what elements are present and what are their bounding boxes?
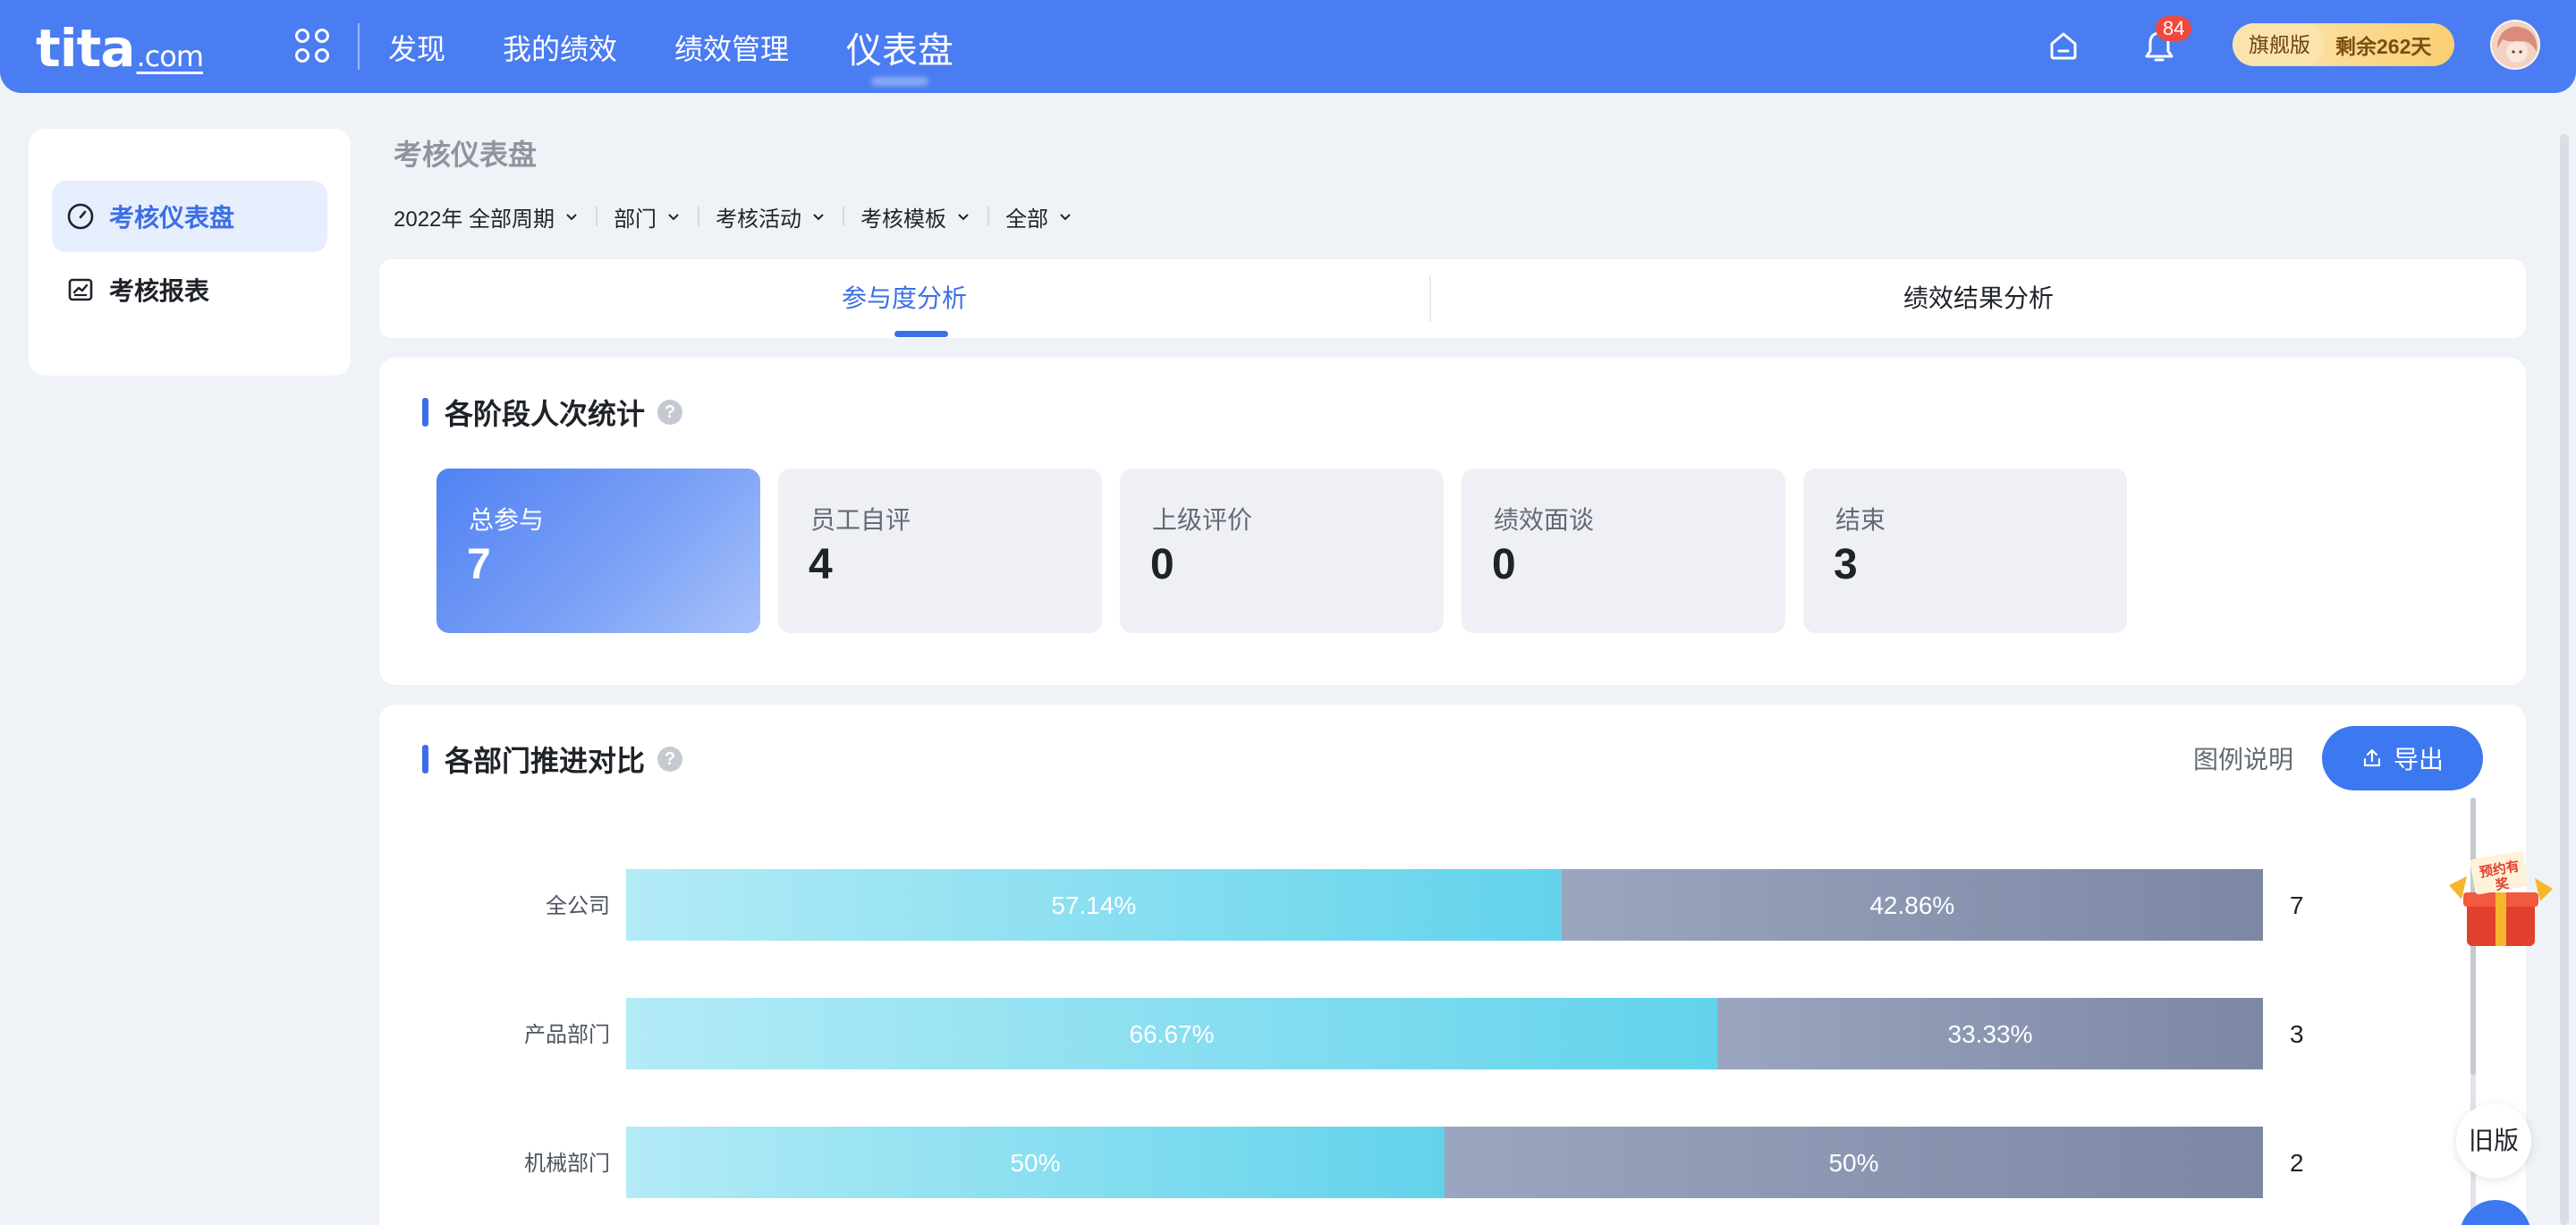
chart-report-icon <box>68 278 93 301</box>
filter-period[interactable]: 2022年 全部周期 <box>394 201 580 232</box>
nav-discover[interactable]: 发现 <box>388 27 445 68</box>
sidebar: 考核仪表盘 考核报表 <box>29 129 351 376</box>
stat-label: 员工自评 <box>810 506 911 534</box>
promo-gift-icon[interactable]: 预约有奖 <box>2440 849 2562 951</box>
stat-label: 绩效面谈 <box>1494 506 1595 534</box>
stat-self-review[interactable]: 员工自评 4 <box>778 469 1102 633</box>
chevron-down-icon <box>813 214 824 221</box>
section-title: 各阶段人次统计 ? <box>422 392 683 433</box>
stat-value: 4 <box>809 541 833 588</box>
filter-label: 考核活动 <box>716 207 802 232</box>
nav-performance-management[interactable]: 绩效管理 <box>674 27 789 68</box>
chevron-down-icon <box>566 214 577 221</box>
filter-label: 考核模板 <box>860 207 947 232</box>
logo-suffix: .com <box>136 39 204 73</box>
active-tab-indicator <box>894 331 948 337</box>
filter-label: 全部 <box>1005 207 1049 232</box>
bar-data-label: 42.86% <box>1869 891 1954 919</box>
sidebar-item-assessment-report[interactable]: 考核报表 <box>52 254 327 325</box>
plan-remaining: 剩余262天 <box>2335 35 2432 58</box>
stat-value: 0 <box>1492 541 1516 588</box>
filter-template[interactable]: 考核模板 <box>860 201 971 232</box>
nav-divider <box>358 23 360 70</box>
filter-all[interactable]: 全部 <box>1005 201 1073 232</box>
category-label: 机械部门 <box>524 1152 610 1176</box>
chevron-down-icon <box>958 214 969 221</box>
filter-divider <box>843 207 845 226</box>
bar-data-label: 66.67% <box>1130 1020 1215 1048</box>
stage-stats-title: 各阶段人次统计 <box>445 398 646 430</box>
tab-participation-analysis[interactable]: 参与度分析 <box>379 259 1429 338</box>
filter-divider <box>987 207 990 226</box>
nav-my-performance[interactable]: 我的绩效 <box>503 27 617 68</box>
bar-data-label: 33.33% <box>1948 1020 2033 1048</box>
sidebar-item-assessment-dashboard[interactable]: 考核仪表盘 <box>52 181 327 252</box>
stat-label: 上级评价 <box>1152 506 1253 534</box>
user-avatar[interactable] <box>2490 20 2540 70</box>
stat-performance-interview[interactable]: 绩效面谈 0 <box>1462 469 1785 633</box>
chevron-down-icon <box>1060 214 1071 221</box>
filter-bar: 2022年 全部周期 部门 考核活动 考核模板 全部 <box>394 200 1073 232</box>
bar-data-label: 50% <box>1828 1149 1878 1177</box>
tab-performance-result-analysis[interactable]: 绩效结果分析 <box>1431 259 2526 338</box>
old-version-button[interactable]: 旧版 <box>2456 1103 2531 1179</box>
tita-logo[interactable]: tita .com <box>36 18 204 79</box>
filter-divider <box>698 207 700 226</box>
notification-badge: 84 <box>2156 16 2192 41</box>
plan-badge[interactable]: 旗舰版 剩余262天 <box>2233 23 2454 66</box>
filter-divider <box>596 207 598 226</box>
bar-data-label: 50% <box>1010 1149 1060 1177</box>
bar-total-label: 3 <box>2290 1020 2304 1048</box>
filter-activity[interactable]: 考核活动 <box>716 201 826 232</box>
top-navbar: tita .com 发现 我的绩效 绩效管理 仪表盘 84 旗舰版 剩余262天 <box>0 0 2576 93</box>
analysis-tabs: 参与度分析 绩效结果分析 <box>379 259 2526 338</box>
nav-dashboard[interactable]: 仪表盘 <box>846 21 953 73</box>
category-label: 全公司 <box>546 894 610 918</box>
app-grid-icon[interactable] <box>295 29 329 63</box>
dept-progress-chart: 全公司 57.14% 42.86% 7 产品部门 66.67% 33.33% 3 机械部门 50%… <box>524 869 2304 1198</box>
stat-value: 0 <box>1150 541 1174 588</box>
stage-stats-card: 各阶段人次统计 ? 总参与 7 员工自评 4 上级评价 0 绩效面谈 0 结束 … <box>379 358 2526 685</box>
page-title: 考核仪表盘 <box>394 139 538 171</box>
filter-department[interactable]: 部门 <box>614 201 682 232</box>
help-icon[interactable]: ? <box>657 400 683 425</box>
bar-total-label: 2 <box>2290 1149 2304 1177</box>
sidebar-item-label: 考核报表 <box>109 277 210 305</box>
stat-label: 总参与 <box>469 506 545 534</box>
title-accent-bar <box>422 398 428 427</box>
stat-manager-review[interactable]: 上级评价 0 <box>1120 469 1444 633</box>
sidebar-item-label: 考核仪表盘 <box>109 204 235 232</box>
bar-data-label: 57.14% <box>1051 891 1136 919</box>
stat-value: 7 <box>467 541 491 588</box>
dept-compare-card: 各部门推进对比 ? 图例说明 导出 全公司 57.14% 42.86% 7 产品部门 66… <box>379 705 2526 1225</box>
filter-label: 部门 <box>614 207 657 232</box>
gauge-icon <box>67 203 94 230</box>
stat-label: 结束 <box>1835 506 1886 534</box>
stat-total-participation[interactable]: 总参与 7 <box>436 469 760 633</box>
bar-total-label: 7 <box>2290 891 2304 919</box>
filter-label: 2022年 全部周期 <box>394 207 555 232</box>
home-icon[interactable] <box>2048 30 2079 61</box>
stat-finished[interactable]: 结束 3 <box>1803 469 2127 633</box>
page-scrollbar[interactable] <box>2560 134 2569 1225</box>
logo-text: tita <box>36 18 135 79</box>
plan-name: 旗舰版 <box>2233 23 2325 66</box>
category-label: 产品部门 <box>524 1023 610 1047</box>
chevron-down-icon <box>668 214 679 221</box>
stat-value: 3 <box>1834 541 1858 588</box>
